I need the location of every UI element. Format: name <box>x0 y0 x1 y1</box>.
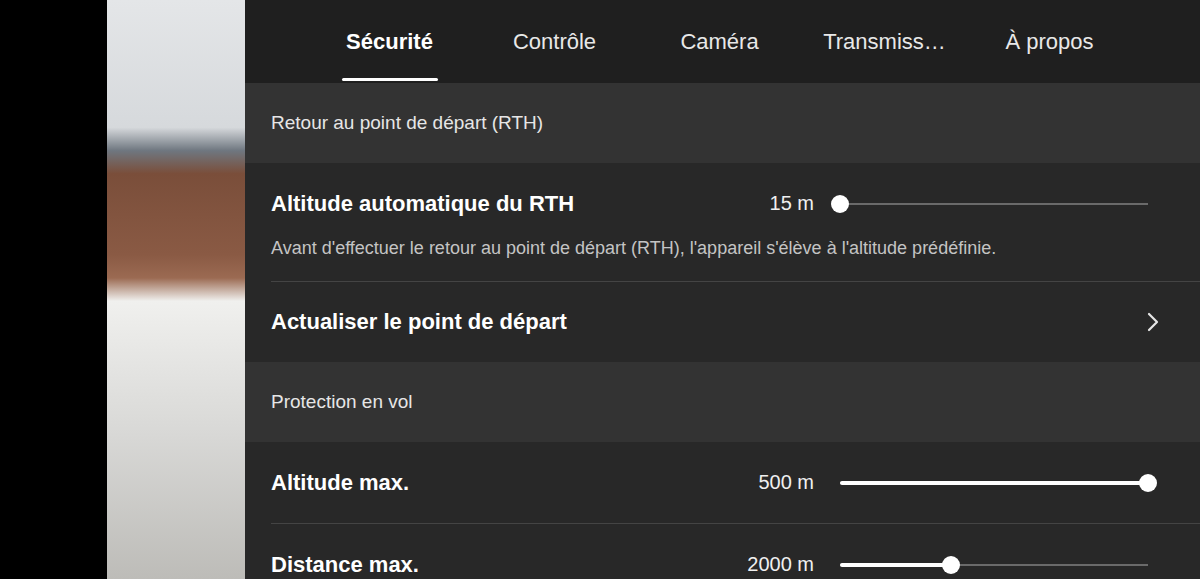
row-inner: Altitude max. 500 m <box>271 442 1200 523</box>
slider[interactable] <box>840 555 1148 575</box>
slider-fill <box>840 563 951 567</box>
tab[interactable]: Sécurité <box>307 0 472 83</box>
slider[interactable] <box>840 194 1148 214</box>
section-header: Retour au point de départ (RTH) <box>245 83 1200 163</box>
settings-section: Retour au point de départ (RTH)Altitude … <box>245 83 1200 362</box>
settings-content: Retour au point de départ (RTH)Altitude … <box>245 83 1200 579</box>
row-value: 500 m <box>758 471 814 494</box>
slider-line: Distance max. 2000 m <box>271 524 1160 579</box>
settings-row: Distance max. 2000 m <box>245 523 1200 579</box>
left-strip <box>0 0 107 579</box>
tab[interactable]: Transmiss… <box>802 0 967 83</box>
row-description: Avant d'effectuer le retour au point de … <box>271 238 1160 281</box>
row-inner: Altitude automatique du RTH 15 m Avant d'e… <box>271 163 1200 281</box>
row-label: Altitude automatique du RTH <box>271 191 744 217</box>
slider-thumb[interactable] <box>942 556 960 574</box>
row-inner: Distance max. 2000 m <box>271 523 1200 579</box>
tab-label: Transmiss… <box>823 29 946 55</box>
settings-screen: Sécurité Contrôle Caméra Transmiss… À propos… <box>0 0 1200 579</box>
slider-line: Altitude max. 500 m <box>271 442 1160 523</box>
row-label: Actualiser le point de départ <box>271 309 567 335</box>
settings-row: Altitude automatique du RTH 15 m Avant d'e… <box>245 163 1200 281</box>
row-label: Altitude max. <box>271 470 732 496</box>
slider-thumb[interactable] <box>1139 474 1157 492</box>
settings-row[interactable]: Actualiser le point de départ <box>245 281 1200 362</box>
slider-line: Altitude automatique du RTH 15 m <box>271 163 1160 244</box>
chevron-right-icon <box>1146 311 1160 333</box>
camera-feed <box>107 0 245 579</box>
tab[interactable]: Caméra <box>637 0 802 83</box>
slider-track <box>840 203 1148 205</box>
settings-section: Protection en vol Altitude max. 500 m Dista… <box>245 362 1200 579</box>
tab-label: Contrôle <box>513 29 596 55</box>
tab-label: Caméra <box>680 29 758 55</box>
settings-row: Altitude max. 500 m <box>245 442 1200 523</box>
section-header: Protection en vol <box>245 362 1200 442</box>
row-label: Distance max. <box>271 552 721 578</box>
row-value: 2000 m <box>747 553 814 576</box>
tab[interactable]: À propos <box>967 0 1132 83</box>
tab[interactable]: Contrôle <box>472 0 637 83</box>
slider-thumb[interactable] <box>831 195 849 213</box>
tab-bar: Sécurité Contrôle Caméra Transmiss… À propos <box>245 0 1200 83</box>
tab-label: À propos <box>1005 29 1093 55</box>
slider[interactable] <box>840 473 1148 493</box>
slider-fill <box>840 481 1148 485</box>
tab-label: Sécurité <box>346 29 433 55</box>
row-value: 15 m <box>770 192 814 215</box>
row-inner: Actualiser le point de départ <box>271 281 1200 362</box>
tab-underline <box>342 78 438 81</box>
settings-panel: Sécurité Contrôle Caméra Transmiss… À propos… <box>245 0 1200 579</box>
link-line: Actualiser le point de départ <box>271 282 1160 362</box>
